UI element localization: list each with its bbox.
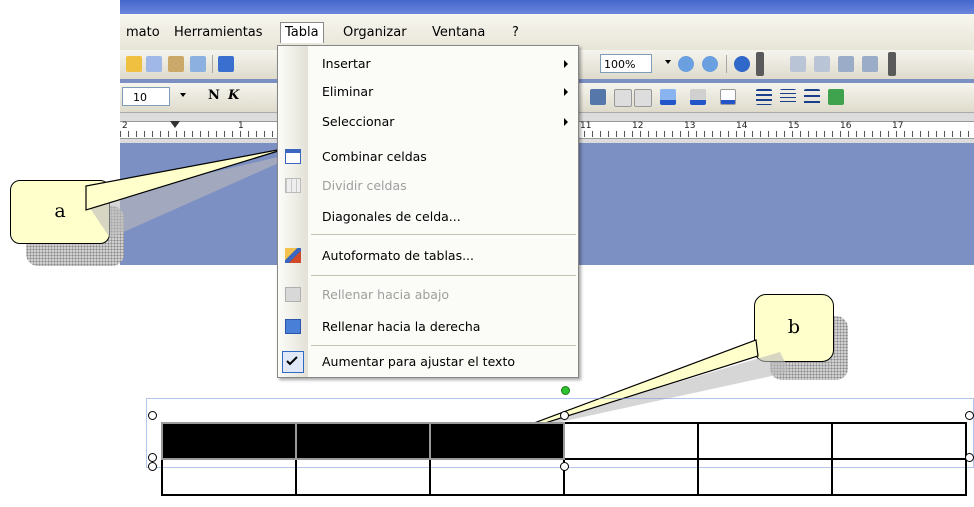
menu-item-label: Eliminar (322, 84, 374, 99)
table-cell-selected[interactable] (429, 422, 565, 460)
menu-separator (311, 275, 576, 276)
resize-handle[interactable] (560, 411, 569, 420)
table-cell[interactable] (697, 422, 833, 460)
menu-item-dividir-celdas[interactable]: Dividir celdas (278, 172, 578, 200)
table-cell[interactable] (831, 458, 967, 496)
resize-handle[interactable] (148, 462, 157, 471)
table-row (161, 422, 967, 460)
tabla-dropdown-menu: Insertar Eliminar Seleccionar Combinar c… (277, 45, 579, 378)
resize-handle[interactable] (965, 453, 974, 462)
menu-item-label: Autoformato de tablas... (322, 248, 475, 263)
menu-item-rellenar-hacia-abajo[interactable]: Rellenar hacia abajo (278, 281, 578, 309)
table-cell[interactable] (831, 422, 967, 460)
menu-item-label: Seleccionar (322, 114, 395, 129)
menu-item-combinar-celdas[interactable]: Combinar celdas (278, 143, 578, 171)
submenu-arrow-icon (564, 88, 568, 96)
menu-item-eliminar[interactable]: Eliminar (278, 78, 578, 106)
menu-item-aumentar-para-ajustar[interactable]: Aumentar para ajustar el texto (278, 348, 578, 376)
menu-item-autoformato-de-tablas[interactable]: Autoformato de tablas... (278, 242, 578, 270)
fill-down-icon (285, 287, 301, 302)
menu-item-label: Insertar (322, 56, 371, 71)
menu-item-label: Dividir celdas (322, 178, 407, 193)
table-cell[interactable] (161, 458, 297, 496)
submenu-arrow-icon (564, 118, 568, 126)
table-cell[interactable] (295, 458, 431, 496)
table-cell[interactable] (429, 458, 565, 496)
menu-separator (311, 345, 576, 346)
table-cell[interactable] (563, 422, 699, 460)
merge-cells-icon (285, 149, 301, 164)
menu-item-label: Rellenar hacia la derecha (322, 319, 481, 334)
document-table[interactable] (161, 422, 967, 496)
submenu-arrow-icon (564, 60, 568, 68)
menu-item-label: Rellenar hacia abajo (322, 287, 450, 302)
resize-handle[interactable] (148, 411, 157, 420)
menu-item-label: Combinar celdas (322, 149, 427, 164)
table-cell-selected[interactable] (161, 422, 297, 460)
resize-handle[interactable] (148, 453, 157, 462)
table-cell[interactable] (563, 458, 699, 496)
menu-item-seleccionar[interactable]: Seleccionar (278, 108, 578, 136)
checkmark-icon (286, 356, 298, 366)
resize-handle[interactable] (560, 462, 569, 471)
fill-right-icon (285, 319, 301, 334)
resize-handle[interactable] (965, 411, 974, 420)
autoformat-icon (285, 248, 301, 263)
table-cell-selected[interactable] (295, 422, 431, 460)
menu-item-diagonales-de-celda[interactable]: Diagonales de celda... (278, 203, 578, 231)
menu-item-rellenar-hacia-la-derecha[interactable]: Rellenar hacia la derecha (278, 313, 578, 341)
table-cell[interactable] (697, 458, 833, 496)
rotate-handle[interactable] (561, 386, 570, 395)
split-cells-icon (285, 178, 301, 193)
menu-item-insertar[interactable]: Insertar (278, 50, 578, 78)
menu-separator (311, 234, 576, 235)
menu-item-label: Aumentar para ajustar el texto (322, 354, 515, 369)
menu-item-label: Diagonales de celda... (322, 209, 461, 224)
